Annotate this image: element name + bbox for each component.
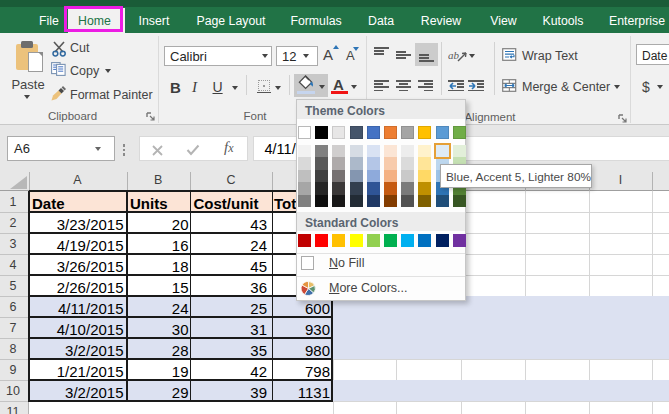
svg-text:ab: ab [448, 49, 460, 61]
